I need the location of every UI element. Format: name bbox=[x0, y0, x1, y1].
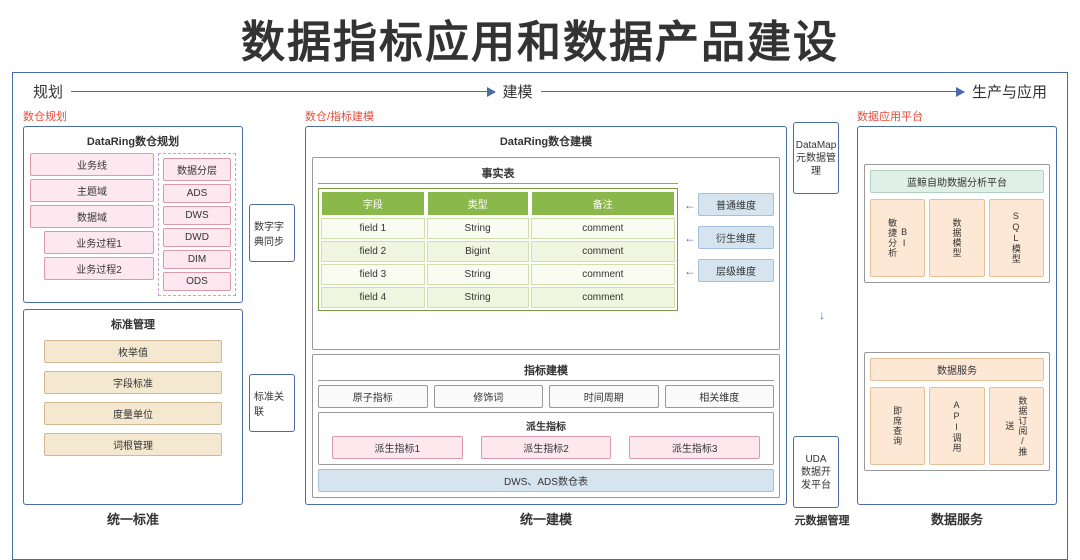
service-title: 数据服务 bbox=[870, 358, 1044, 381]
proc2-cell: 业务过程2 bbox=[44, 257, 154, 280]
layering-title: 数据分层 bbox=[163, 158, 231, 181]
dw-model-box: DataRing数仓建模 事实表 字段 类型 备注 field 1Stringc… bbox=[305, 126, 787, 505]
arrow-icon: ← bbox=[684, 231, 696, 245]
service-box: 数据服务 即席查询 API调用 数据订阅/推送 bbox=[864, 352, 1050, 471]
layer-dwd: DWD bbox=[163, 228, 231, 247]
bridge2-bottom: 元数据管理 bbox=[793, 512, 851, 528]
data-domain-cell: 数据域 bbox=[30, 205, 154, 228]
biz-line-cell: 业务线 bbox=[30, 153, 154, 176]
dws-ads: DWS、ADS数仓表 bbox=[318, 469, 774, 492]
th-field: 字段 bbox=[321, 191, 425, 216]
datamap-box: DataMap 元数据管理 bbox=[793, 122, 839, 194]
d3: 派生指标3 bbox=[629, 436, 760, 459]
right-column: 数据应用平台 蓝鲸自助数据分析平台 BI 敏捷分析 数据模型 SQL模型 数据服… bbox=[857, 108, 1057, 528]
th-remark: 备注 bbox=[531, 191, 675, 216]
dw-plan-box: DataRing数仓规划 业务线 主题域 数据域 业务过程1 业务过程2 数据分… bbox=[23, 126, 243, 303]
stage-plan: 规划 bbox=[33, 81, 63, 102]
left-red-label: 数仓规划 bbox=[23, 108, 243, 124]
bridge2: DataMap 元数据管理 ↓ UDA 数据开发平台 元数据管理 bbox=[793, 108, 851, 528]
dw-plan-title: DataRing数仓规划 bbox=[30, 133, 236, 149]
bi-cell: BI 敏捷分析 bbox=[870, 199, 925, 277]
root-cell: 词根管理 bbox=[44, 433, 222, 456]
dm-cell: 数据模型 bbox=[929, 199, 984, 277]
enum-cell: 枚举值 bbox=[44, 340, 222, 363]
fact-table-label: 事实表 bbox=[318, 163, 678, 184]
sub-cell: 数据订阅/推送 bbox=[989, 387, 1044, 465]
arrow-icon bbox=[541, 91, 964, 93]
right-red-label: 数据应用平台 bbox=[857, 108, 1057, 124]
derived-metrics-box: 派生指标 派生指标1 派生指标2 派生指标3 bbox=[318, 412, 774, 465]
sql-cell: SQL模型 bbox=[989, 199, 1044, 277]
arrow-icon bbox=[71, 91, 494, 93]
unit-cell: 度量单位 bbox=[44, 402, 222, 425]
d1: 派生指标1 bbox=[332, 436, 463, 459]
dict-sync-box: 数字字典同步 bbox=[249, 204, 295, 262]
stage-row: 规划 建模 生产与应用 bbox=[23, 81, 1057, 108]
analysis-title: 蓝鲸自助数据分析平台 bbox=[870, 170, 1044, 193]
fact-table: 字段 类型 备注 field 1Stringcomment field 2Big… bbox=[318, 188, 678, 311]
std-title: 标准管理 bbox=[30, 316, 236, 332]
table-row: field 4Stringcomment bbox=[321, 287, 675, 308]
bridge1: 数字字典同步 标准关联 bbox=[249, 108, 299, 528]
right-bottom-label: 数据服务 bbox=[857, 509, 1057, 528]
api-cell: API调用 bbox=[929, 387, 984, 465]
derived-title: 派生指标 bbox=[324, 418, 768, 433]
layer-dim: DIM bbox=[163, 250, 231, 269]
stage-prod: 生产与应用 bbox=[972, 81, 1047, 102]
app-platform-box: 蓝鲸自助数据分析平台 BI 敏捷分析 数据模型 SQL模型 数据服务 即席查询 … bbox=[857, 126, 1057, 505]
dw-model-title: DataRing数仓建模 bbox=[312, 133, 780, 149]
center-column: 数仓/指标建模 DataRing数仓建模 事实表 字段 类型 备注 field … bbox=[305, 108, 787, 528]
query-cell: 即席查询 bbox=[870, 387, 925, 465]
metric-section: 指标建模 原子指标 修饰词 时间周期 相关维度 派生指标 派生指标1 派生指标2… bbox=[312, 354, 780, 498]
level-dim: 层级维度 bbox=[698, 259, 774, 282]
derived-dim: 衍生维度 bbox=[698, 226, 774, 249]
fact-section: 事实表 字段 类型 备注 field 1Stringcomment field … bbox=[312, 157, 780, 350]
std-mgmt-box: 标准管理 枚举值 字段标准 度量单位 词根管理 bbox=[23, 309, 243, 505]
proc1-cell: 业务过程1 bbox=[44, 231, 154, 254]
arrow-icon: ← bbox=[684, 198, 696, 212]
modifier: 修饰词 bbox=[434, 385, 544, 408]
page-title: 数据指标应用和数据产品建设 bbox=[0, 0, 1080, 72]
table-row: field 2Bigintcomment bbox=[321, 241, 675, 262]
arrow-icon: ← bbox=[684, 264, 696, 278]
atom-metric: 原子指标 bbox=[318, 385, 428, 408]
th-type: 类型 bbox=[427, 191, 529, 216]
center-bottom-label: 统一建模 bbox=[305, 509, 787, 528]
arrow-down-icon: ↓ bbox=[819, 308, 825, 322]
table-row: field 3Stringcomment bbox=[321, 264, 675, 285]
metric-title: 指标建模 bbox=[318, 360, 774, 381]
stage-model: 建模 bbox=[503, 81, 533, 102]
topic-cell: 主题域 bbox=[30, 179, 154, 202]
center-red-label: 数仓/指标建模 bbox=[305, 108, 787, 124]
rel-dim: 相关维度 bbox=[665, 385, 775, 408]
left-bottom-label: 统一标准 bbox=[23, 509, 243, 528]
field-std-cell: 字段标准 bbox=[44, 371, 222, 394]
layer-ads: ADS bbox=[163, 184, 231, 203]
period: 时间周期 bbox=[549, 385, 659, 408]
left-column: 数仓规划 DataRing数仓规划 业务线 主题域 数据域 业务过程1 业务过程… bbox=[23, 108, 243, 528]
uda-box: UDA 数据开发平台 bbox=[793, 436, 839, 508]
normal-dim: 普通维度 bbox=[698, 193, 774, 216]
layering-box: 数据分层 ADS DWS DWD DIM ODS bbox=[158, 153, 236, 296]
diagram-container: 规划 建模 生产与应用 数仓规划 DataRing数仓规划 业务线 主题域 数据… bbox=[12, 72, 1068, 560]
layer-ods: ODS bbox=[163, 272, 231, 291]
table-row: field 1Stringcomment bbox=[321, 218, 675, 239]
d2: 派生指标2 bbox=[481, 436, 612, 459]
analysis-box: 蓝鲸自助数据分析平台 BI 敏捷分析 数据模型 SQL模型 bbox=[864, 164, 1050, 283]
std-link-box: 标准关联 bbox=[249, 374, 295, 432]
layer-dws: DWS bbox=[163, 206, 231, 225]
main-layout: 数仓规划 DataRing数仓规划 业务线 主题域 数据域 业务过程1 业务过程… bbox=[23, 108, 1057, 528]
